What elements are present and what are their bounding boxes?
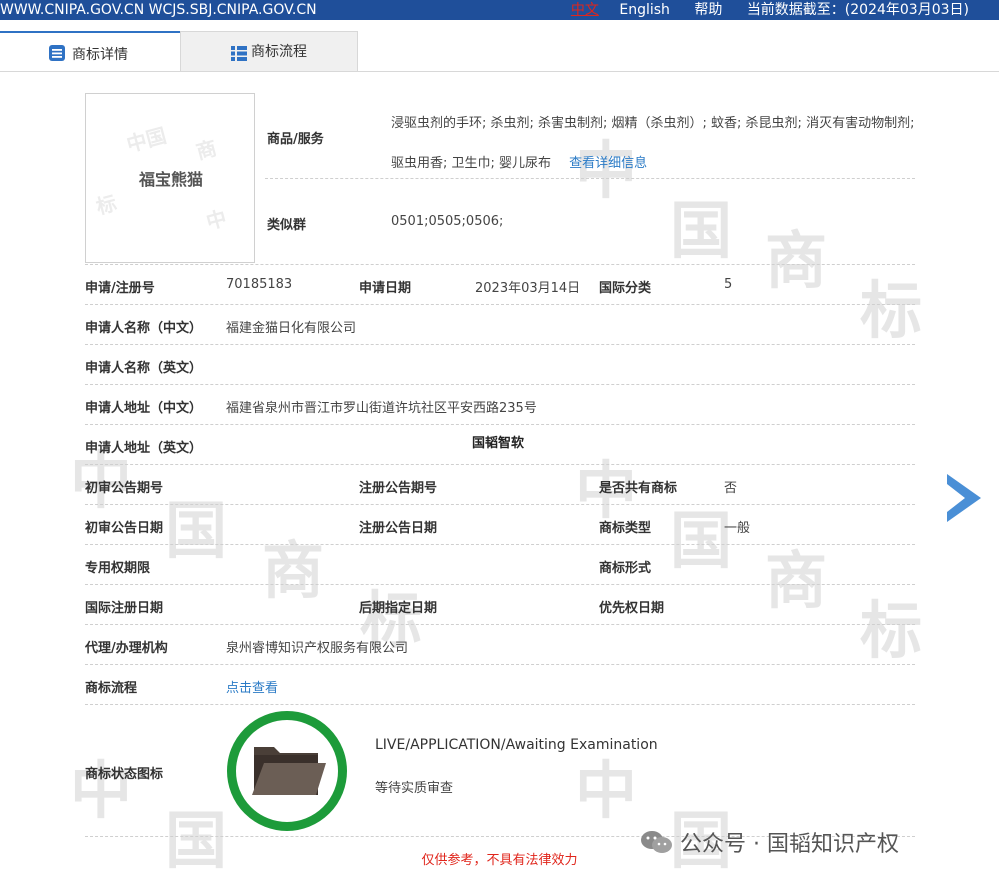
- reg-pub-no-label: 注册公告期号: [359, 481, 438, 496]
- apply-date-value: 2023年03月14日: [475, 281, 581, 296]
- goods-label: 商品/服务: [267, 132, 324, 147]
- status-en: LIVE/APPLICATION/Awaiting Examination: [375, 737, 658, 753]
- divider: [85, 504, 915, 505]
- applicant-en-label: 申请人名称（英文）: [85, 361, 203, 376]
- goods-value: 浸驱虫剂的手环; 杀虫剂; 杀害虫制剂; 烟精（杀虫剂）; 蚊香; 杀昆虫剂; …: [391, 104, 919, 184]
- flow-label: 商标流程: [85, 681, 138, 696]
- prelim-date-label: 初审公告日期: [85, 521, 164, 536]
- divider: [85, 464, 915, 465]
- divider: [85, 344, 915, 345]
- watermark-char: 中: [575, 754, 638, 827]
- image-watermark-stamp: 中国: [123, 123, 169, 157]
- detail-icon: [49, 45, 65, 61]
- divider: [85, 304, 915, 305]
- tab-detail-label: 商标详情: [72, 47, 128, 63]
- divider: [85, 384, 915, 385]
- site-url: WWW.CNIPA.GOV.CN WCJS.SBJ.CNIPA.GOV.CN: [0, 2, 317, 18]
- tab-detail[interactable]: 商标详情: [0, 31, 180, 71]
- intl-class-value: 5: [724, 277, 733, 292]
- status-label: 商标状态图标: [85, 767, 164, 782]
- reg-no-label: 申请/注册号: [85, 281, 155, 296]
- status-ring: [227, 711, 347, 831]
- wechat-text: 公众号 · 国韬知识产权: [680, 832, 899, 857]
- image-watermark-stamp: 商: [193, 135, 220, 165]
- divider: [85, 264, 915, 265]
- divider: [85, 704, 915, 705]
- tab-strip: 商标详情 商标流程: [0, 31, 999, 72]
- mark-type-value: 一般: [724, 521, 751, 536]
- lang-en-link[interactable]: English: [619, 2, 670, 18]
- intl-class-label: 国际分类: [599, 281, 652, 296]
- top-nav: 中文 English 帮助 当前数据截至：(2024年03月03日): [555, 0, 969, 20]
- intl-reg-date-label: 国际注册日期: [85, 601, 164, 616]
- applicant-cn-value: 福建金猫日化有限公司: [226, 321, 357, 336]
- similar-group-label: 类似群: [267, 218, 307, 233]
- reg-no-value: 70185183: [226, 277, 293, 292]
- folder-icon: [252, 747, 326, 795]
- mark-form-label: 商标形式: [599, 561, 652, 576]
- image-watermark-stamp: 中: [203, 205, 230, 235]
- address-cn-label: 申请人地址（中文）: [85, 401, 203, 416]
- divider: [265, 178, 915, 179]
- watermark-char: 国: [670, 194, 733, 267]
- divider: [85, 664, 915, 665]
- divider: [85, 584, 915, 585]
- similar-group-value: 0501;0505;0506;: [391, 214, 504, 229]
- exclusive-period-label: 专用权期限: [85, 561, 151, 576]
- status-cn: 等待实质审查: [375, 781, 454, 796]
- trademark-text: 福宝熊猫: [138, 170, 203, 189]
- agency-label: 代理/办理机构: [85, 641, 168, 656]
- next-arrow-inner: [947, 484, 965, 512]
- prelim-no-label: 初审公告期号: [85, 481, 164, 496]
- priority-date-label: 优先权日期: [599, 601, 665, 616]
- trademark-image: 中国 商 标 中 福宝熊猫: [85, 93, 255, 263]
- watermark-char: 标: [860, 274, 923, 347]
- lang-zh-link[interactable]: 中文: [571, 2, 599, 18]
- reg-pub-date-label: 注册公告日期: [359, 521, 438, 536]
- apply-date-label: 申请日期: [359, 281, 412, 296]
- wechat-icon: [641, 831, 672, 853]
- shared-label: 是否共有商标: [599, 481, 678, 496]
- divider: [85, 424, 915, 425]
- tab-flow[interactable]: 商标流程: [180, 31, 358, 71]
- later-date-label: 后期指定日期: [359, 601, 438, 616]
- image-watermark-stamp: 标: [93, 190, 120, 220]
- address-en-label: 申请人地址（英文）: [85, 441, 203, 456]
- more-info-link[interactable]: 查看详细信息: [569, 156, 647, 171]
- watermark-char: 标: [860, 594, 923, 667]
- divider: [85, 624, 915, 625]
- help-link[interactable]: 帮助: [694, 2, 722, 18]
- wechat-watermark: 公众号 · 国韬知识产权: [640, 826, 899, 858]
- tab-flow-label: 商标流程: [251, 44, 307, 60]
- watermark-char: 商: [765, 224, 828, 297]
- goods-text: 浸驱虫剂的手环; 杀虫剂; 杀害虫制剂; 烟精（杀虫剂）; 蚊香; 杀昆虫剂; …: [391, 116, 915, 171]
- watermark-char: 国: [165, 494, 228, 567]
- applicant-cn-label: 申请人名称（中文）: [85, 321, 203, 336]
- divider: [85, 544, 915, 545]
- address-cn-value: 福建省泉州市晋江市罗山街道许坑社区平安西路235号: [226, 401, 537, 416]
- shared-value: 否: [724, 481, 738, 496]
- watermark-char: 中: [70, 754, 133, 827]
- mark-type-label: 商标类型: [599, 521, 652, 536]
- overlay-watermark-text: 国韬智软: [472, 436, 525, 451]
- top-bar: WWW.CNIPA.GOV.CN WCJS.SBJ.CNIPA.GOV.CN 中…: [0, 0, 999, 20]
- data-date: 当前数据截至：(2024年03月03日): [746, 2, 969, 18]
- flow-link[interactable]: 点击查看: [226, 677, 278, 696]
- watermark-char: 商: [262, 534, 325, 607]
- agency-value: 泉州睿博知识产权服务有限公司: [226, 641, 409, 656]
- list-icon: [231, 46, 247, 61]
